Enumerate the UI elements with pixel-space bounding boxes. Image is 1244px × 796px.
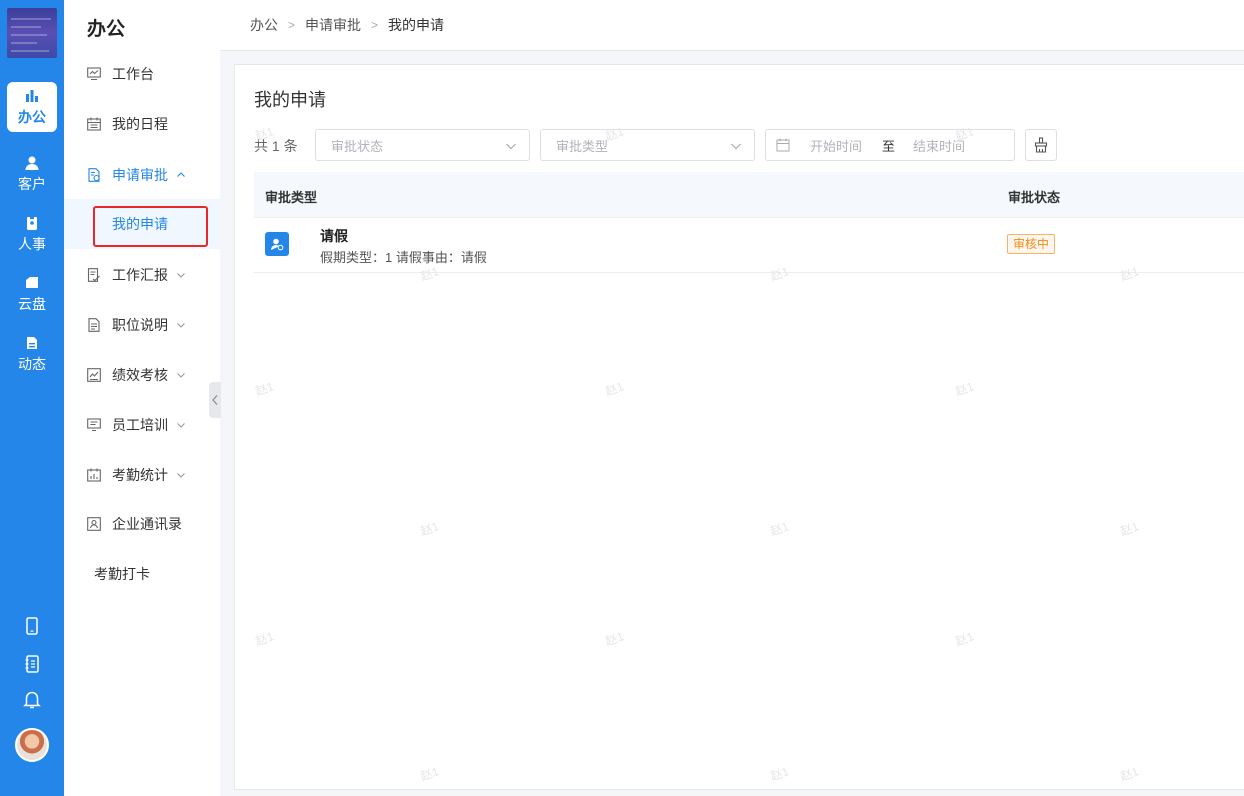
column-header-status: 审批状态	[1008, 190, 1061, 205]
chevron-down-icon	[177, 373, 185, 378]
rail-item-office[interactable]: 办公	[7, 82, 57, 132]
sidebar-item-training[interactable]: 员工培训	[64, 400, 220, 450]
sidebar-item-label: 职位说明	[112, 317, 168, 333]
sidebar-item-label: 绩效考核	[112, 367, 168, 383]
breadcrumb-item[interactable]: 办公	[250, 15, 278, 35]
phone-button[interactable]	[0, 617, 64, 635]
sidebar-item-work-report[interactable]: 工作汇报	[64, 250, 220, 300]
sidebar-item-approval[interactable]: 申请审批	[64, 150, 220, 200]
sidebar-item-contacts[interactable]: 企业通讯录	[64, 499, 220, 549]
customer-icon	[25, 156, 39, 170]
notification-button[interactable]	[0, 689, 64, 709]
rail-item-feed[interactable]: 动态	[0, 328, 64, 380]
table-row[interactable]: 请假 假期类型：1 请假事由：请假 审核中	[254, 218, 1244, 273]
notebook-icon	[25, 655, 39, 673]
feed-icon	[27, 336, 37, 349]
rail-item-hr[interactable]: 人事	[0, 208, 64, 260]
start-date-input[interactable]: 开始时间	[810, 136, 862, 155]
chevron-down-icon	[177, 273, 185, 278]
main-panel: 我的申请 共 1 条 审批状态 审批类型 开始时间 至 结束时间 审批类型 审批…	[234, 64, 1244, 790]
cloud-disk-icon	[26, 276, 38, 288]
chevron-down-icon	[177, 473, 185, 478]
page-title: 我的申请	[254, 90, 326, 110]
dashboard-icon	[87, 67, 101, 81]
sidebar-item-label: 工作台	[112, 66, 154, 82]
sidebar-item-schedule[interactable]: 我的日程	[64, 99, 220, 149]
office-icon	[26, 89, 38, 102]
breadcrumb: 办公 > 申请审批 > 我的申请	[220, 0, 1244, 51]
type-select-placeholder: 审批类型	[556, 138, 609, 154]
notebook-button[interactable]	[0, 655, 64, 673]
row-description: 假期类型：1 请假事由：请假	[320, 250, 487, 265]
document-icon	[88, 318, 100, 332]
table-header: 审批类型 审批状态	[254, 172, 1244, 218]
report-icon	[87, 268, 100, 282]
rail-label: 人事	[18, 235, 46, 252]
sidebar-item-label: 我的日程	[112, 116, 168, 132]
sidebar-item-job-description[interactable]: 职位说明	[64, 300, 220, 350]
calendar-icon	[87, 117, 101, 131]
breadcrumb-item[interactable]: 申请审批	[305, 15, 361, 35]
type-select[interactable]: 审批类型	[540, 129, 755, 161]
rail-item-cloud-disk[interactable]: 云盘	[0, 268, 64, 320]
chevron-down-icon	[177, 423, 185, 428]
rail-label: 云盘	[18, 295, 46, 312]
sidebar-item-attendance-stats[interactable]: 考勤统计	[64, 450, 220, 500]
sidebar-item-performance[interactable]: 绩效考核	[64, 350, 220, 400]
brush-icon	[1034, 137, 1048, 153]
chevron-left-icon	[212, 395, 218, 405]
sidebar-item-label: 工作汇报	[112, 267, 168, 283]
chevron-down-icon	[506, 143, 516, 150]
sidebar-item-dashboard[interactable]: 工作台	[64, 49, 220, 99]
column-header-type: 审批类型	[265, 190, 318, 205]
phone-icon	[26, 617, 38, 635]
chevron-down-icon	[177, 323, 185, 328]
bell-icon	[23, 691, 41, 709]
sidebar-item-label: 企业通讯录	[112, 516, 182, 532]
date-range-separator: 至	[882, 138, 896, 154]
sidebar-item-label: 申请审批	[112, 167, 168, 183]
approval-icon	[88, 168, 100, 182]
rail-label: 动态	[18, 355, 46, 372]
company-logo[interactable]	[7, 8, 57, 58]
breadcrumb-item-current: 我的申请	[388, 17, 445, 33]
rail-item-customer[interactable]: 客户	[0, 148, 64, 200]
clear-filter-button[interactable]	[1025, 129, 1057, 161]
sidebar-item-label: 考勤打卡	[94, 566, 150, 582]
performance-icon	[87, 368, 101, 382]
status-badge: 审核中	[1007, 234, 1056, 254]
app-rail: 办公 客户 人事 云盘 动态	[0, 0, 64, 796]
row-title: 请假	[320, 228, 348, 244]
chevron-up-icon	[177, 172, 185, 177]
attendance-icon	[87, 468, 101, 482]
calendar-icon	[776, 138, 790, 152]
contacts-icon	[87, 517, 101, 531]
chevron-right-icon: >	[288, 18, 296, 32]
sidebar-collapse-button[interactable]	[209, 382, 221, 418]
leave-icon	[265, 232, 289, 256]
rail-label: 办公	[18, 108, 46, 125]
sidebar-item-label: 员工培训	[112, 417, 168, 433]
sidebar-title: 办公	[87, 19, 126, 40]
status-select-placeholder: 审批状态	[331, 138, 384, 154]
date-range-picker[interactable]: 开始时间 至 结束时间	[765, 129, 1015, 161]
chevron-right-icon: >	[371, 18, 379, 32]
hr-icon	[27, 215, 37, 230]
selection-highlight	[93, 206, 208, 247]
avatar[interactable]	[15, 728, 49, 762]
end-date-input[interactable]: 结束时间	[913, 136, 965, 155]
chevron-down-icon	[731, 143, 741, 150]
sidebar-item-label: 考勤统计	[112, 467, 168, 483]
status-select[interactable]: 审批状态	[315, 129, 530, 161]
training-icon	[87, 418, 101, 432]
rail-label: 客户	[18, 175, 46, 192]
sidebar-item-clock-in[interactable]: 考勤打卡	[64, 549, 220, 599]
module-sidebar: 办公 工作台 我的日程 申请审批 我的申请 工作汇报 职位说明 绩效考核 员工培…	[64, 0, 220, 796]
result-count: 共 1 条	[254, 138, 298, 154]
